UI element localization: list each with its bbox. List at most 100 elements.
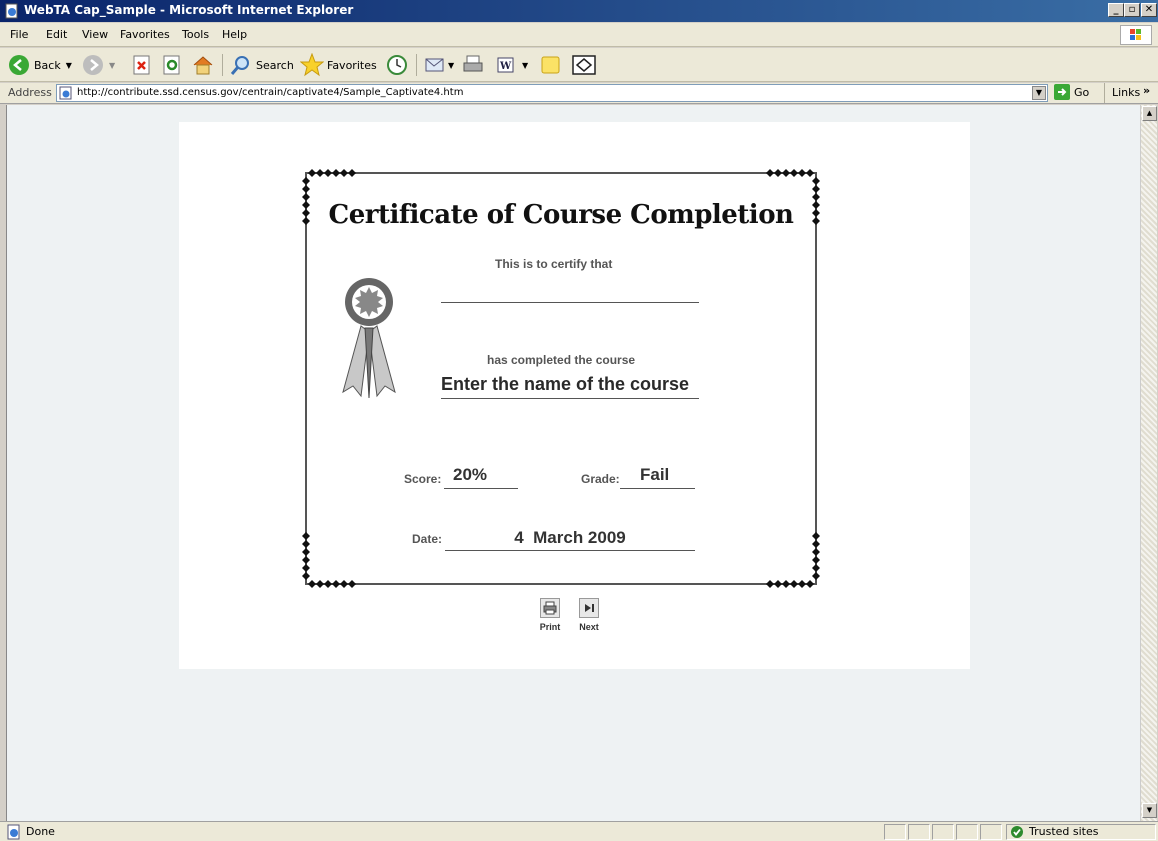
browser-viewport: Certificate of Course Completion This is… [6,105,1140,821]
home-button[interactable] [192,53,214,77]
search-button[interactable]: Search [230,53,294,77]
print-label: Print [539,622,561,632]
stop-button[interactable] [132,53,152,77]
home-icon [193,56,213,75]
address-bar: Address http://contribute.ssd.census.gov… [0,83,1158,104]
next-label: Next [579,622,599,632]
score-label: Score: [404,472,442,486]
date-line [445,550,695,551]
mail-button[interactable]: ▼ [424,53,454,77]
next-icon [585,604,594,612]
completed-text: has completed the course [487,353,636,367]
back-button[interactable]: Back ▼ [8,53,72,77]
go-button[interactable]: Go [1054,84,1089,100]
page-done-icon [7,824,20,840]
back-dropdown-icon[interactable]: ▼ [66,61,72,70]
close-button[interactable]: ✕ [1141,3,1157,17]
messenger-icon [572,55,596,75]
corner-ornament-icon [766,532,820,588]
address-separator [1104,83,1105,103]
menu-file[interactable]: File [10,28,28,41]
go-label: Go [1074,85,1090,99]
score-line [444,488,518,489]
certify-text: This is to certify that [495,257,613,271]
toolbar: Back ▼ ▼ Search Favorites ▼ W ▼ [0,48,1158,82]
ie-page-icon [5,3,18,19]
history-button[interactable] [386,53,408,77]
messenger-button[interactable] [572,53,596,77]
stop-icon [133,55,150,75]
svg-text:W: W [499,61,512,72]
score-value: 20% [453,465,488,484]
history-icon [387,55,407,75]
back-arrow-icon [9,55,29,75]
scroll-down-icon[interactable]: ▼ [1142,803,1157,818]
scroll-up-icon[interactable]: ▲ [1142,106,1157,121]
links-chevron-icon[interactable]: » [1143,84,1150,97]
menu-bar: File Edit View Favorites Tools Help [0,23,1158,47]
minimize-button[interactable]: _ [1108,3,1124,17]
window-title: WebTA Cap_Sample - Microsoft Internet Ex… [24,3,354,17]
menu-help[interactable]: Help [222,28,247,41]
print-button[interactable] [540,598,560,618]
certificate-frame: Certificate of Course Completion This is… [302,169,820,588]
forward-button[interactable]: ▼ [82,53,115,77]
refresh-icon [163,55,180,75]
address-label: Address [8,86,52,99]
toolbar-separator [416,54,417,76]
print-toolbar-button[interactable] [462,53,484,77]
page-icon [59,86,72,100]
status-panel [956,824,978,840]
date-label: Date: [412,532,443,546]
trusted-check-icon [1011,826,1023,838]
toolbar-separator [222,54,223,76]
maximize-button[interactable]: ▫ [1124,3,1140,17]
menu-tools[interactable]: Tools [182,28,209,41]
edit-word-button[interactable]: W ▼ [496,53,528,77]
discuss-button[interactable] [540,53,562,77]
links-button[interactable]: Links [1112,86,1140,99]
go-arrow-icon [1054,84,1070,100]
grade-line [620,488,695,489]
print-control[interactable]: Print [535,598,565,632]
menu-edit[interactable]: Edit [46,28,67,41]
status-panel [884,824,906,840]
next-button[interactable] [579,598,599,618]
vertical-scrollbar[interactable]: ▲ ▼ [1140,105,1157,821]
grade-value: Fail [640,465,670,484]
corner-ornament-icon [302,532,356,588]
date-value: 4 March 2009 [514,528,626,547]
status-text: Done [26,825,55,838]
address-dropdown-icon[interactable]: ▼ [1032,86,1046,100]
status-panel [980,824,1002,840]
address-url: http://contribute.ssd.census.gov/centrai… [77,87,464,98]
refresh-button[interactable] [162,53,182,77]
edit-dropdown-icon[interactable]: ▼ [522,61,528,70]
security-zone-label: Trusted sites [1029,825,1099,838]
search-label: Search [256,58,294,72]
certificate-title: Certificate of Course Completion [328,200,794,230]
award-ribbon-icon [342,278,396,399]
title-bar[interactable]: WebTA Cap_Sample - Microsoft Internet Ex… [0,0,1158,22]
next-control[interactable]: Next [574,598,604,632]
recipient-line [441,302,699,303]
mail-dropdown-icon[interactable]: ▼ [448,61,454,70]
favorites-button[interactable]: Favorites [300,53,377,77]
status-panel [908,824,930,840]
menu-favorites[interactable]: Favorites [120,28,170,41]
status-panel [932,824,954,840]
captivate-stage: Certificate of Course Completion This is… [179,122,970,669]
mail-icon [425,58,444,72]
printer-icon [463,55,483,72]
status-bar: Done Trusted sites [0,821,1158,841]
note-icon [541,56,560,74]
address-input[interactable]: http://contribute.ssd.census.gov/centrai… [56,84,1048,102]
forward-arrow-icon [83,55,103,75]
menu-view[interactable]: View [82,28,108,41]
back-label: Back [34,58,61,72]
printer-icon [543,601,557,615]
word-icon: W [497,57,514,73]
favorites-label: Favorites [327,58,377,72]
forward-dropdown-icon[interactable]: ▼ [109,61,115,70]
windows-logo-icon [1120,25,1152,45]
